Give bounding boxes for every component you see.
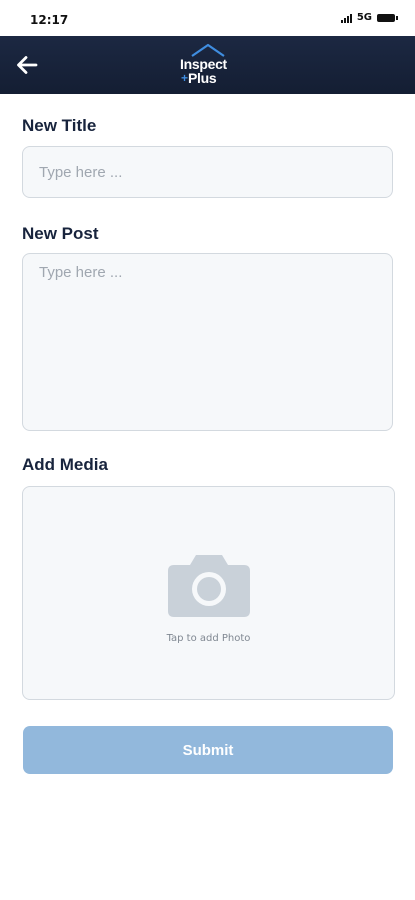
- media-label: Add Media: [22, 455, 108, 474]
- title-label: New Title: [22, 116, 97, 135]
- title-input[interactable]: [23, 147, 392, 197]
- post-label: New Post: [22, 224, 99, 243]
- network-label: 5G: [356, 12, 372, 23]
- signal-icon: [340, 13, 352, 23]
- add-photo-hint: Tap to add Photo: [166, 633, 251, 644]
- submit-button[interactable]: Submit: [23, 726, 393, 774]
- arrow-left-icon: [17, 56, 38, 74]
- status-bar: 12:17 5G: [0, 0, 415, 36]
- logo-text-plus: Plus: [188, 70, 217, 86]
- post-field[interactable]: [22, 253, 393, 431]
- post-textarea[interactable]: [23, 254, 392, 430]
- app-header: Inspect + Plus: [0, 36, 415, 94]
- status-indicators: 5G: [340, 12, 398, 23]
- status-time: 12:17: [30, 13, 69, 27]
- camera-icon: [168, 555, 250, 617]
- battery-icon: [377, 13, 398, 22]
- logo-plus-mark: +: [181, 71, 189, 85]
- add-media-area[interactable]: Tap to add Photo: [22, 486, 395, 700]
- inspect-plus-logo: Inspect + Plus: [178, 42, 238, 90]
- back-button[interactable]: [12, 50, 42, 80]
- title-field[interactable]: [22, 146, 393, 198]
